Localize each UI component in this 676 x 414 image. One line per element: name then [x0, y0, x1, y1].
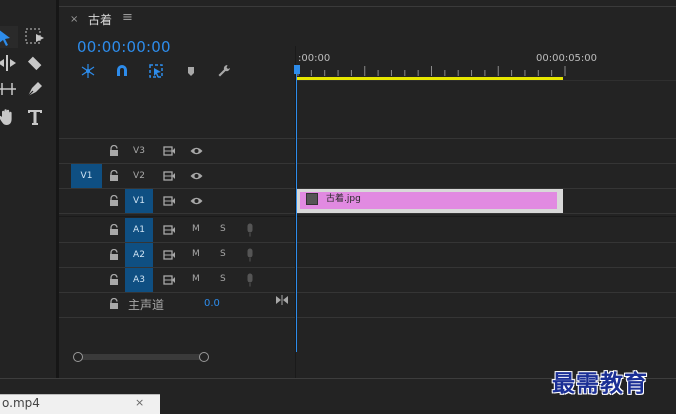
lock-icon[interactable] — [109, 249, 119, 261]
linked-selection-icon[interactable] — [148, 63, 164, 79]
snap-insert-icon[interactable] — [80, 63, 96, 79]
ruler-divider — [296, 80, 676, 81]
zoom-scrollbar[interactable] — [78, 354, 204, 360]
playhead-timecode[interactable]: 00:00:00:00 — [77, 38, 171, 56]
track-divider — [59, 317, 676, 318]
file-tab[interactable]: o.mp4 × — [0, 394, 160, 414]
microphone-icon[interactable] — [246, 248, 254, 262]
track-header-v2: V1 V2 — [59, 164, 676, 189]
sync-lock-icon[interactable] — [163, 195, 176, 207]
pen-tool-icon[interactable] — [24, 78, 46, 100]
mute-button[interactable]: M — [192, 249, 200, 259]
track-name-v2[interactable]: V2 — [125, 164, 153, 188]
time-ruler[interactable]: :00:00 00:00:05:00 — [296, 46, 676, 79]
sync-lock-icon[interactable] — [163, 145, 176, 157]
tools-panel — [0, 0, 59, 378]
mute-button[interactable]: M — [192, 274, 200, 284]
solo-button[interactable]: S — [220, 274, 226, 284]
track-name-a2[interactable]: A2 — [125, 243, 153, 267]
lock-icon[interactable] — [109, 274, 119, 286]
panel-top-border — [59, 6, 676, 7]
track-header-a3: A3 M S — [59, 268, 676, 293]
master-track-label: 主声道 — [128, 298, 165, 312]
eye-icon[interactable] — [190, 145, 203, 157]
sync-lock-icon[interactable] — [163, 274, 176, 286]
track-name-a3[interactable]: A3 — [125, 268, 153, 292]
sync-lock-icon[interactable] — [163, 224, 176, 236]
wrench-icon[interactable] — [216, 63, 232, 79]
lock-icon[interactable] — [109, 224, 119, 236]
track-header-a1: A1 M S — [59, 218, 676, 243]
solo-button[interactable]: S — [220, 249, 226, 259]
type-tool-icon[interactable] — [24, 106, 46, 128]
razor-tool-icon[interactable] — [24, 52, 46, 74]
lock-icon[interactable] — [109, 170, 119, 182]
track-header-v3: V3 — [59, 139, 676, 164]
ruler-ticks — [297, 66, 566, 76]
eye-icon[interactable] — [190, 170, 203, 182]
file-tab-name: o.mp4 — [2, 396, 40, 410]
watermark: 最需教育 — [552, 370, 648, 397]
scrollbar-right-handle[interactable] — [199, 352, 209, 362]
magnet-icon[interactable] — [114, 63, 130, 79]
marker-icon[interactable] — [183, 63, 199, 79]
sync-lock-icon[interactable] — [163, 170, 176, 182]
source-patch-v1[interactable]: V1 — [71, 164, 102, 188]
sequence-title: 古着 — [88, 13, 113, 27]
mute-button[interactable]: M — [192, 224, 200, 234]
sync-lock-icon[interactable] — [163, 249, 176, 261]
scrollbar-left-handle[interactable] — [73, 352, 83, 362]
playhead-line[interactable] — [296, 73, 297, 352]
clip-name: 古着.jpg — [326, 194, 361, 204]
track-select-tool-icon[interactable] — [24, 26, 46, 48]
microphone-icon[interactable] — [246, 273, 254, 287]
playhead-handle[interactable] — [294, 65, 300, 74]
track-name-a1[interactable]: A1 — [125, 218, 153, 242]
hand-tool-icon[interactable] — [0, 106, 18, 128]
close-icon[interactable]: × — [70, 14, 78, 25]
image-icon — [306, 193, 318, 205]
track-name-v1[interactable]: V1 — [125, 189, 153, 213]
ripple-edit-tool-icon[interactable] — [0, 52, 18, 74]
master-volume-value[interactable]: 0.0 — [204, 298, 220, 309]
microphone-icon[interactable] — [246, 223, 254, 237]
panel-menu-icon[interactable]: ≡ — [122, 10, 133, 25]
lock-icon[interactable] — [109, 195, 119, 207]
lock-icon[interactable] — [109, 298, 119, 310]
track-name-v3[interactable]: V3 — [125, 139, 153, 163]
track-header-a2: A2 M S — [59, 243, 676, 268]
video-audio-divider — [59, 216, 676, 217]
selection-tool-icon[interactable] — [0, 26, 18, 48]
go-to-in-out-icon[interactable] — [276, 294, 288, 306]
solo-button[interactable]: S — [220, 224, 226, 234]
lock-icon[interactable] — [109, 145, 119, 157]
close-icon[interactable]: × — [135, 396, 144, 409]
slip-tool-icon[interactable] — [0, 78, 18, 100]
eye-icon[interactable] — [190, 195, 203, 207]
